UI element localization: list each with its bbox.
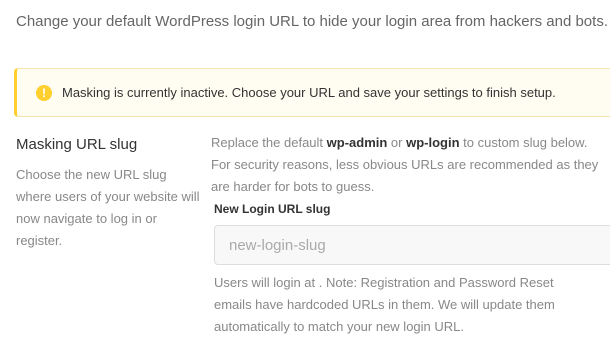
- wp-login-text: wp-login: [406, 135, 460, 150]
- login-slug-help-text: Users will login at . Note: Registration…: [214, 275, 555, 334]
- login-slug-input[interactable]: [214, 225, 610, 265]
- notice-text: Masking is currently inactive. Choose yo…: [62, 85, 556, 100]
- inactive-notice: ! Masking is currently inactive. Choose …: [14, 68, 610, 117]
- login-slug-label: New Login URL slug: [214, 202, 331, 216]
- security-note-line-1: For security reasons, less obvious URLs …: [211, 157, 599, 172]
- exclamation-circle-icon: !: [36, 85, 52, 101]
- page-intro-text: Change your default WordPress login URL …: [16, 13, 608, 30]
- section-settings: Replace the default wp-admin or wp-login…: [211, 132, 610, 338]
- security-note-line-2: are harder for bots to guess.: [211, 179, 375, 194]
- wp-admin-text: wp-admin: [326, 135, 388, 150]
- replace-description: Replace the default wp-admin or wp-login…: [211, 135, 588, 150]
- section-description: Choose the new URL slug where users of y…: [16, 167, 200, 248]
- section-info: Masking URL slug Choose the new URL slug…: [16, 136, 206, 252]
- section-title: Masking URL slug: [16, 136, 138, 153]
